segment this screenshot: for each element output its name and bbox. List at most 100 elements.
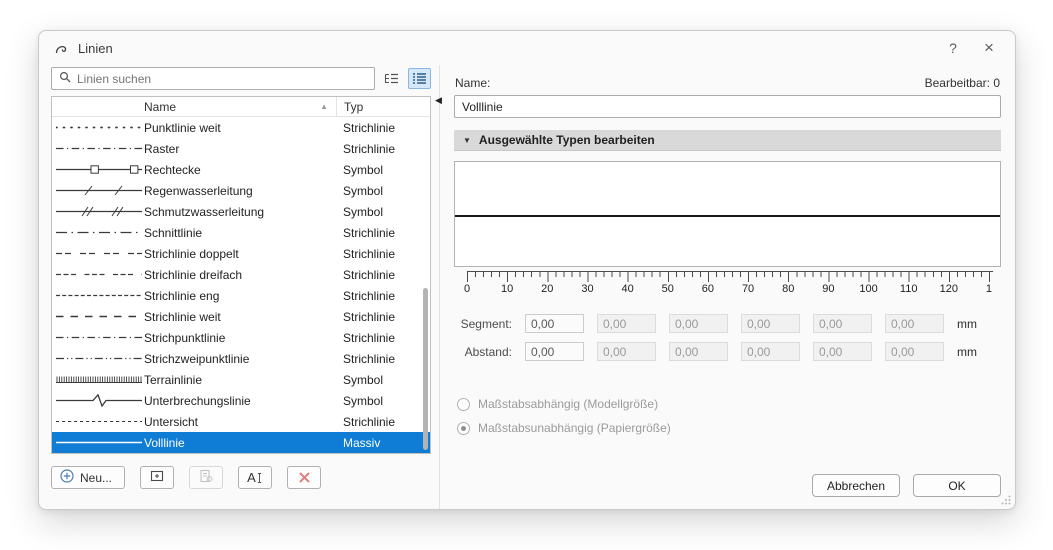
line-pattern-icon (52, 352, 144, 365)
radio-icon (457, 422, 470, 435)
list-toolbar: Neu... A (51, 466, 431, 489)
line-type: Symbol (336, 205, 430, 219)
segment-value-2[interactable] (597, 314, 656, 333)
ok-button[interactable]: OK (913, 474, 1001, 497)
search-input[interactable] (77, 72, 367, 86)
line-pattern-icon (52, 394, 144, 407)
ruler-label: 90 (822, 283, 834, 295)
line-name: Regenwasserleitung (144, 184, 336, 198)
line-type: Massiv (336, 436, 430, 450)
help-button[interactable]: ? (937, 36, 969, 60)
line-name: Unterbrechungslinie (144, 394, 336, 408)
line-editor-pane: Name: Bearbeitbar: 0 ▼ Ausgewählte Typen… (440, 65, 1015, 509)
ruler-label: 60 (702, 283, 714, 295)
close-icon[interactable]: × (973, 36, 1005, 60)
ruler: 01020304050607080901001101201 (467, 271, 993, 297)
collapse-panel-arrow[interactable]: ◀ (435, 95, 442, 106)
list-scrollbar[interactable] (423, 118, 428, 451)
abstand-value-2[interactable] (597, 342, 656, 361)
line-type: Strichlinie (336, 331, 430, 345)
line-name: Raster (144, 142, 336, 156)
column-header-name[interactable]: Name ▲ (144, 100, 336, 114)
line-pattern-icon (52, 331, 144, 344)
chevron-down-icon: ▼ (463, 136, 471, 145)
segment-value-3[interactable] (669, 314, 728, 333)
line-type: Strichlinie (336, 247, 430, 261)
line-pattern-icon (52, 310, 144, 323)
list-item[interactable]: RegenwasserleitungSymbol (52, 180, 430, 201)
abstand-value-3[interactable] (669, 342, 728, 361)
text-cursor-icon (256, 471, 263, 485)
list-item[interactable]: StrichzweipunktlinieStrichlinie (52, 348, 430, 369)
ruler-label: 50 (662, 283, 674, 295)
sort-ascending-icon: ▲ (320, 102, 328, 111)
section-header-edit-types[interactable]: ▼ Ausgewählte Typen bearbeiten (454, 130, 1001, 151)
list-item[interactable]: Strichlinie dreifachStrichlinie (52, 264, 430, 285)
unit-label: mm (957, 317, 977, 331)
list-item[interactable]: Strichlinie engStrichlinie (52, 285, 430, 306)
list-item[interactable]: UntersichtStrichlinie (52, 411, 430, 432)
column-header-type[interactable]: Typ (336, 97, 430, 116)
radio-scale-option-2[interactable]: Maßstabsunabhängig (Papiergröße) (457, 421, 1001, 435)
line-type: Symbol (336, 373, 430, 387)
line-list-pane: Name ▲ Typ Punktlinie weitStrichlinieRas… (39, 65, 439, 509)
scrollbar-thumb[interactable] (423, 288, 428, 450)
list-item[interactable]: Strichlinie doppeltStrichlinie (52, 243, 430, 264)
line-pattern-icon (52, 205, 144, 218)
list-item[interactable]: VolllinieMassiv (52, 432, 430, 453)
rename-button[interactable]: A (238, 466, 272, 489)
abstand-value-1[interactable] (525, 342, 584, 361)
segment-value-4[interactable] (741, 314, 800, 333)
radio-scale-option-1[interactable]: Maßstabsabhängig (Modellgröße) (457, 397, 1001, 411)
line-name: Volllinie (144, 436, 336, 450)
abstand-value-4[interactable] (741, 342, 800, 361)
rename-text-icon: A (247, 470, 256, 485)
line-name-input[interactable] (454, 95, 1001, 118)
new-button[interactable]: Neu... (51, 466, 125, 489)
delete-button[interactable] (287, 466, 321, 489)
line-pattern-icon (52, 373, 144, 386)
radio-label: Maßstabsunabhängig (Papiergröße) (478, 421, 671, 435)
list-item[interactable]: Strichlinie weitStrichlinie (52, 306, 430, 327)
ruler-label: 80 (782, 283, 794, 295)
list-item[interactable]: TerrainlinieSymbol (52, 369, 430, 390)
list-view-button[interactable] (408, 68, 431, 89)
line-list-table: Name ▲ Typ Punktlinie weitStrichlinieRas… (51, 96, 431, 454)
list-item[interactable]: RechteckeSymbol (52, 159, 430, 180)
plus-circle-icon (60, 469, 74, 486)
line-type: Strichlinie (336, 415, 430, 429)
list-header: Name ▲ Typ (52, 97, 430, 117)
list-item[interactable]: UnterbrechungslinieSymbol (52, 390, 430, 411)
search-box[interactable] (51, 67, 375, 90)
list-item[interactable]: Punktlinie weitStrichlinie (52, 117, 430, 138)
duplicate-button[interactable] (140, 466, 174, 489)
abstand-value-6[interactable] (885, 342, 944, 361)
segment-value-6[interactable] (885, 314, 944, 333)
line-type: Strichlinie (336, 289, 430, 303)
document-settings-icon (199, 469, 213, 486)
line-name: Rechtecke (144, 163, 336, 177)
tree-view-button[interactable] (380, 68, 403, 89)
line-pattern-icon (52, 415, 144, 428)
list-item[interactable]: SchmutzwasserleitungSymbol (52, 201, 430, 222)
list-item[interactable]: SchnittlinieStrichlinie (52, 222, 430, 243)
line-type: Strichlinie (336, 121, 430, 135)
abstand-value-5[interactable] (813, 342, 872, 361)
settings-button[interactable] (189, 466, 223, 489)
resize-grip[interactable] (1001, 495, 1011, 505)
segment-value-5[interactable] (813, 314, 872, 333)
cancel-button[interactable]: Abbrechen (812, 474, 900, 497)
list-item[interactable]: StrichpunktlinieStrichlinie (52, 327, 430, 348)
abstand-label: Abstand: (454, 345, 512, 359)
line-preview-area (454, 161, 1001, 267)
ruler-label: 110 (900, 283, 918, 295)
radio-label: Maßstabsabhängig (Modellgröße) (478, 397, 658, 411)
search-icon (59, 70, 71, 88)
line-name: Strichzweipunktlinie (144, 352, 336, 366)
segment-rows: Segment:mmAbstand:mm (454, 305, 1001, 361)
preview-solid-line (455, 215, 1000, 217)
segment-value-1[interactable] (525, 314, 584, 333)
list-item[interactable]: RasterStrichlinie (52, 138, 430, 159)
line-type: Strichlinie (336, 226, 430, 240)
line-pattern-icon (52, 184, 144, 197)
